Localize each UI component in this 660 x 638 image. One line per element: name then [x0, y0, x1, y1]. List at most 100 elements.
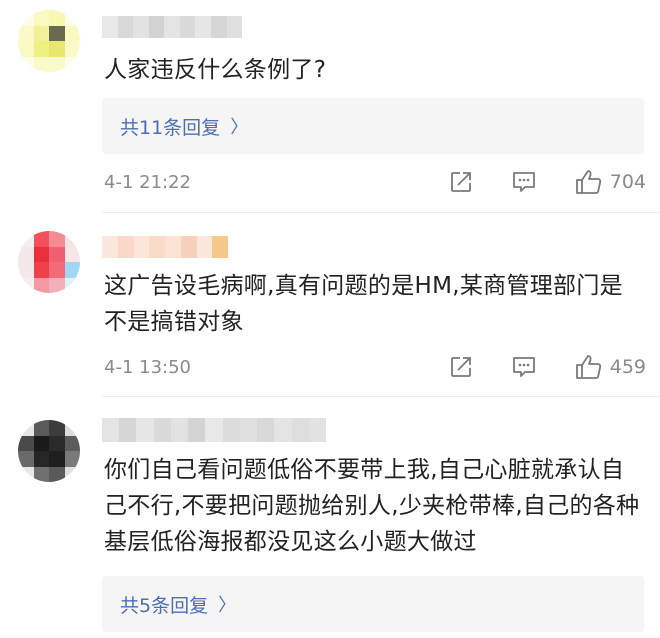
- avatar-pixel: [64, 262, 80, 278]
- username-blur-block: [165, 236, 181, 258]
- avatar-pixel: [64, 435, 80, 451]
- comment-button[interactable]: [510, 354, 538, 380]
- avatar-pixel: [64, 277, 80, 293]
- username-blur-block: [188, 418, 206, 442]
- username-blur-block: [212, 236, 228, 258]
- username-blur-block: [308, 418, 327, 442]
- username-blur-block: [149, 236, 165, 258]
- share-icon: [450, 172, 471, 192]
- avatar-pixel: [49, 466, 65, 482]
- avatar-pixel: [18, 466, 34, 482]
- comment-text: 这广告设毛病啊,真有问题的是HM,某商管理部门是不是搞错对象: [104, 273, 623, 335]
- avatar-pixel: [18, 10, 34, 26]
- avatar[interactable]: [18, 10, 80, 72]
- avatar-pixel: [33, 420, 49, 436]
- avatar-pixel: [33, 246, 49, 262]
- view-replies-button[interactable]: 共11条回复 〉: [102, 98, 644, 154]
- avatar-pixel: [49, 246, 65, 262]
- username-blur-block: [119, 418, 137, 442]
- avatar-pixel: [33, 56, 49, 72]
- replies-label: 共5条回复: [120, 594, 209, 617]
- username-blur-block: [179, 16, 196, 38]
- avatar-pixel: [18, 420, 34, 436]
- username-blur-block: [102, 418, 120, 442]
- chevron-right-icon: 〉: [218, 595, 237, 616]
- avatar-pixel: [49, 451, 65, 467]
- avatar-pixel: [33, 25, 49, 41]
- username-blur-block: [274, 418, 292, 442]
- avatar-pixel: [64, 246, 80, 262]
- username-blur-block: [239, 418, 258, 442]
- avatar-pixel: [18, 41, 34, 57]
- username-blurred[interactable]: [102, 16, 243, 38]
- avatar-pixel: [18, 56, 34, 72]
- username-blur-block: [170, 418, 189, 442]
- avatar-pixel: [64, 466, 80, 482]
- avatar-pixel: [49, 10, 65, 26]
- avatar-pixel: [33, 10, 49, 26]
- username-blurred[interactable]: [102, 236, 228, 258]
- username-blur-block: [180, 236, 197, 258]
- avatar-pixel: [33, 41, 49, 57]
- like-count: 459: [609, 356, 646, 378]
- avatar-pixel: [18, 451, 34, 467]
- comment-time: 4-1 13:50: [104, 356, 191, 378]
- comment-icon: [512, 172, 535, 192]
- username-blur-block: [196, 236, 213, 258]
- share-button[interactable]: [448, 169, 474, 195]
- username-blur-block: [210, 16, 227, 38]
- avatar-pixel: [64, 231, 80, 247]
- replies-label: 共11条回复: [120, 116, 221, 139]
- username-blur-block: [148, 16, 165, 38]
- like-button[interactable]: 704: [574, 168, 646, 196]
- avatar-pixel: [64, 420, 80, 436]
- avatar-pixel: [33, 466, 49, 482]
- avatar-pixel: [49, 277, 65, 293]
- avatar-pixel: [18, 262, 34, 278]
- username-blur-block: [102, 16, 118, 38]
- avatar[interactable]: [18, 231, 80, 293]
- thumbs-up-icon: [575, 355, 601, 379]
- share-button[interactable]: [448, 354, 474, 380]
- username-blur-block: [291, 418, 309, 442]
- comment-text: 人家违反什么条例了?: [104, 57, 327, 83]
- username-blur-block: [133, 236, 150, 258]
- avatar-pixel: [33, 451, 49, 467]
- username-blur-block: [195, 16, 211, 38]
- username-blur-block: [136, 418, 154, 442]
- username-blur-block: [257, 418, 275, 442]
- avatar-pixel: [49, 435, 65, 451]
- username-blur-block: [205, 418, 223, 442]
- username-blur-block: [102, 236, 118, 258]
- avatar-pixel: [49, 262, 65, 278]
- avatar-pixel: [49, 420, 65, 436]
- avatar-pixel: [33, 277, 49, 293]
- username-blur-block: [226, 16, 243, 38]
- comment-button[interactable]: [510, 169, 538, 195]
- comment-meta: 4-1 21:22 704: [104, 167, 646, 197]
- avatar[interactable]: [18, 420, 80, 482]
- divider: [102, 396, 660, 397]
- avatar-pixel: [18, 435, 34, 451]
- avatar-pixel: [64, 451, 80, 467]
- like-button[interactable]: 459: [574, 353, 646, 381]
- avatar-pixel: [18, 25, 34, 41]
- username-blur-block: [117, 16, 134, 38]
- avatar-pixel: [64, 25, 80, 41]
- divider: [102, 212, 660, 213]
- avatar-pixel: [49, 25, 65, 41]
- avatar-pixel: [33, 231, 49, 247]
- username-blur-block: [133, 16, 149, 38]
- comment-time: 4-1 21:22: [104, 171, 191, 193]
- avatar-pixel: [64, 56, 80, 72]
- avatar-pixel: [18, 231, 34, 247]
- avatar-pixel: [33, 435, 49, 451]
- avatar-pixel: [18, 246, 34, 262]
- comment-meta: 4-1 13:50 459: [104, 352, 646, 382]
- comment-text: 你们自己看问题低俗不要带上我,自己心脏就承认自己不行,不要把问题抛给别人,少夹枪…: [104, 457, 640, 555]
- thumbs-up-icon: [575, 170, 601, 194]
- chevron-right-icon: 〉: [230, 117, 249, 138]
- username-blurred[interactable]: [102, 418, 327, 442]
- view-replies-button[interactable]: 共5条回复 〉: [102, 576, 644, 632]
- avatar-pixel: [49, 231, 65, 247]
